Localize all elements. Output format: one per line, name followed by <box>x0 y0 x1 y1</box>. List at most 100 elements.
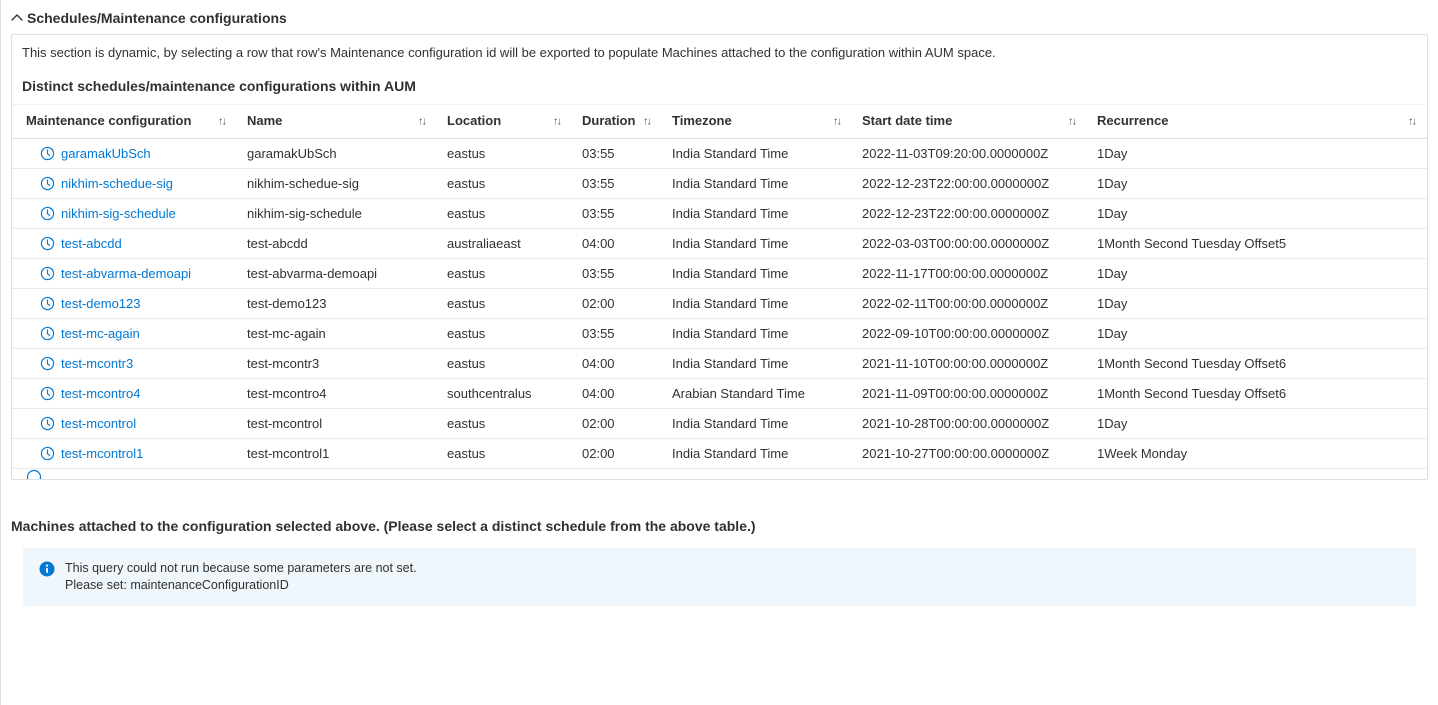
cell-location: eastus <box>437 139 572 169</box>
cell-recurrence: 1Month Second Tuesday Offset6 <box>1087 379 1427 409</box>
table-row[interactable]: nikhim-sig-schedulenikhim-sig-scheduleea… <box>12 199 1427 229</box>
sort-icon: ↑↓ <box>833 115 840 127</box>
maintenance-config-link[interactable]: test-abcdd <box>61 236 122 251</box>
sort-icon: ↑↓ <box>553 115 560 127</box>
cell-timezone: India Standard Time <box>662 439 852 469</box>
column-header-mc[interactable]: Maintenance configuration ↑↓ <box>12 105 237 139</box>
table-row[interactable]: test-mcontroltest-mcontroleastus02:00Ind… <box>12 409 1427 439</box>
column-header-recurrence[interactable]: Recurrence ↑↓ <box>1087 105 1427 139</box>
cell-timezone: India Standard Time <box>662 289 852 319</box>
table-row[interactable]: test-mcontrol1test-mcontrol1eastus02:00I… <box>12 439 1427 469</box>
column-label: Maintenance configuration <box>26 113 191 128</box>
maintenance-config-icon <box>40 266 55 281</box>
cell-duration: 03:55 <box>572 169 662 199</box>
table-header-row: Maintenance configuration ↑↓ Name ↑↓ Loc… <box>12 105 1427 139</box>
table-row[interactable]: test-mcontr3test-mcontr3eastus04:00India… <box>12 349 1427 379</box>
cell-location: eastus <box>437 289 572 319</box>
table-row[interactable]: nikhim-schedue-signikhim-schedue-sigeast… <box>12 169 1427 199</box>
info-text: This query could not run because some pa… <box>65 560 417 594</box>
maintenance-config-icon <box>40 296 55 311</box>
cell-duration: 04:00 <box>572 349 662 379</box>
cell-start: 2022-03-03T00:00:00.0000000Z <box>852 229 1087 259</box>
sort-icon: ↑↓ <box>418 115 425 127</box>
column-label: Name <box>247 113 282 128</box>
sort-icon: ↑↓ <box>1408 115 1415 127</box>
cell-location: southcentralus <box>437 379 572 409</box>
cell-timezone: India Standard Time <box>662 319 852 349</box>
cell-location: australiaeast <box>437 229 572 259</box>
column-label: Recurrence <box>1097 113 1169 128</box>
maintenance-config-link[interactable]: test-mc-again <box>61 326 140 341</box>
info-icon <box>39 561 55 580</box>
maintenance-config-link[interactable]: nikhim-schedue-sig <box>61 176 173 191</box>
cell-duration: 02:00 <box>572 439 662 469</box>
cell-timezone: Arabian Standard Time <box>662 379 852 409</box>
cell-location: eastus <box>437 349 572 379</box>
cell-timezone: India Standard Time <box>662 169 852 199</box>
info-line-2: Please set: maintenanceConfigurationID <box>65 577 417 594</box>
cell-name: test-mcontr3 <box>237 349 437 379</box>
cell-timezone: India Standard Time <box>662 409 852 439</box>
maintenance-config-link[interactable]: test-mcontro4 <box>61 386 140 401</box>
cell-name: test-demo123 <box>237 289 437 319</box>
maintenance-config-link[interactable]: test-mcontrol1 <box>61 446 143 461</box>
table-row[interactable]: test-abvarma-demoapitest-abvarma-demoapi… <box>12 259 1427 289</box>
maintenance-config-link[interactable]: garamakUbSch <box>61 146 151 161</box>
cell-recurrence: 1Day <box>1087 139 1427 169</box>
table-row[interactable]: garamakUbSchgaramakUbScheastus03:55India… <box>12 139 1427 169</box>
table-row[interactable]: test-mc-againtest-mc-againeastus03:55Ind… <box>12 319 1427 349</box>
maintenance-config-icon <box>40 446 55 461</box>
machines-section-title: Machines attached to the configuration s… <box>1 498 1438 548</box>
cell-name: test-mcontrol1 <box>237 439 437 469</box>
cell-recurrence: 1Day <box>1087 199 1427 229</box>
maintenance-config-icon <box>40 356 55 371</box>
column-header-location[interactable]: Location ↑↓ <box>437 105 572 139</box>
maintenance-config-link[interactable]: test-demo123 <box>61 296 141 311</box>
cell-timezone: India Standard Time <box>662 139 852 169</box>
column-header-timezone[interactable]: Timezone ↑↓ <box>662 105 852 139</box>
cell-timezone: India Standard Time <box>662 259 852 289</box>
cell-duration: 02:00 <box>572 289 662 319</box>
cell-duration: 03:55 <box>572 199 662 229</box>
cell-timezone: India Standard Time <box>662 229 852 259</box>
maintenance-config-link[interactable]: test-mcontrol <box>61 416 136 431</box>
cell-recurrence: 1Day <box>1087 259 1427 289</box>
maintenance-config-icon <box>40 146 55 161</box>
table-overflow-hint <box>12 469 1427 479</box>
cell-start: 2022-11-17T00:00:00.0000000Z <box>852 259 1087 289</box>
maintenance-config-icon <box>40 416 55 431</box>
cell-start: 2022-02-11T00:00:00.0000000Z <box>852 289 1087 319</box>
cell-duration: 03:55 <box>572 139 662 169</box>
table-row[interactable]: test-demo123test-demo123eastus02:00India… <box>12 289 1427 319</box>
table-row[interactable]: test-abcddtest-abcddaustraliaeast04:00In… <box>12 229 1427 259</box>
section-box: This section is dynamic, by selecting a … <box>11 34 1428 480</box>
cell-location: eastus <box>437 199 572 229</box>
sort-icon: ↑↓ <box>1068 115 1075 127</box>
maintenance-config-link[interactable]: nikhim-sig-schedule <box>61 206 176 221</box>
info-line-1: This query could not run because some pa… <box>65 560 417 577</box>
cell-name: nikhim-schedue-sig <box>237 169 437 199</box>
schedules-table: Maintenance configuration ↑↓ Name ↑↓ Loc… <box>12 105 1427 469</box>
column-header-start[interactable]: Start date time ↑↓ <box>852 105 1087 139</box>
maintenance-config-link[interactable]: test-abvarma-demoapi <box>61 266 191 281</box>
page-container: Schedules/Maintenance configurations Thi… <box>0 0 1438 705</box>
cell-name: garamakUbSch <box>237 139 437 169</box>
cell-location: eastus <box>437 169 572 199</box>
column-header-duration[interactable]: Duration ↑↓ <box>572 105 662 139</box>
maintenance-config-icon <box>40 326 55 341</box>
section-header[interactable]: Schedules/Maintenance configurations <box>1 0 1438 34</box>
cell-location: eastus <box>437 439 572 469</box>
cell-recurrence: 1Week Monday <box>1087 439 1427 469</box>
cell-start: 2021-10-27T00:00:00.0000000Z <box>852 439 1087 469</box>
column-header-name[interactable]: Name ↑↓ <box>237 105 437 139</box>
cell-start: 2022-12-23T22:00:00.0000000Z <box>852 169 1087 199</box>
cell-recurrence: 1Day <box>1087 319 1427 349</box>
column-label: Timezone <box>672 113 732 128</box>
table-row[interactable]: test-mcontro4test-mcontro4southcentralus… <box>12 379 1427 409</box>
chevron-up-icon <box>11 12 23 24</box>
maintenance-config-link[interactable]: test-mcontr3 <box>61 356 133 371</box>
info-message-box: This query could not run because some pa… <box>23 548 1416 606</box>
cell-duration: 03:55 <box>572 319 662 349</box>
schedules-table-container: Maintenance configuration ↑↓ Name ↑↓ Loc… <box>12 104 1427 479</box>
cell-duration: 04:00 <box>572 229 662 259</box>
